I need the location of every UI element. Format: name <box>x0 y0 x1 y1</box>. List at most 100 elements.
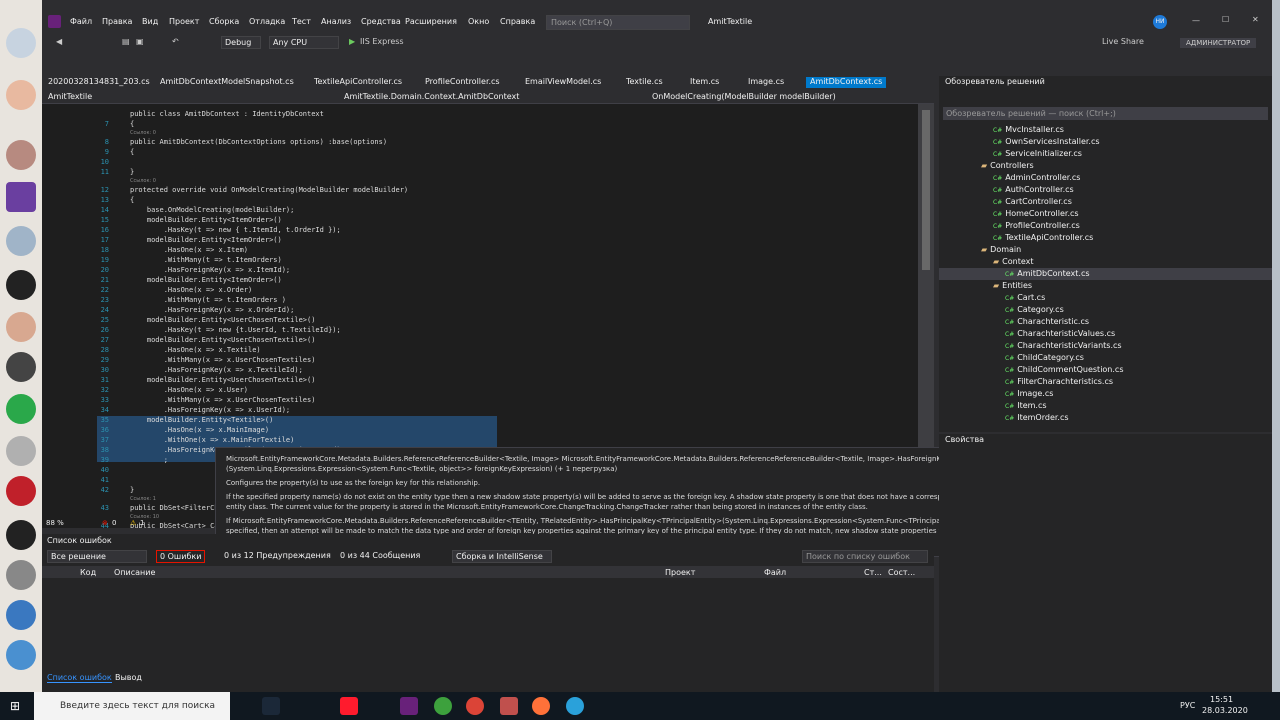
error-search-input[interactable]: Поиск по списку ошибок <box>802 550 928 563</box>
vs-taskbar-icon[interactable] <box>400 697 418 715</box>
menu-build[interactable]: Сборка <box>209 17 239 26</box>
desktop-icon[interactable] <box>6 80 36 110</box>
tab-file[interactable]: 20200328134831_203.cs <box>48 77 150 86</box>
tree-file[interactable]: C# MvcInstaller.cs <box>993 124 1064 136</box>
tree-folder[interactable]: ▰ Entities <box>993 280 1032 292</box>
tab-file[interactable]: Textile.cs <box>626 77 663 86</box>
menu-project[interactable]: Проект <box>169 17 199 26</box>
tree-file[interactable]: C# TextileApiController.cs <box>993 232 1093 244</box>
menu-window[interactable]: Окно <box>468 17 489 26</box>
scope-select[interactable]: Все решение <box>47 550 147 563</box>
tab-file[interactable]: Image.cs <box>748 77 784 86</box>
desktop-icon[interactable] <box>6 226 36 256</box>
warnings-filter-button[interactable]: 0 из 12 Предупреждения <box>224 551 331 560</box>
tree-file[interactable]: C# ChildCommentQuestion.cs <box>1005 364 1123 376</box>
user-avatar[interactable]: НИ <box>1153 15 1167 29</box>
run-button[interactable]: IIS Express <box>360 37 404 46</box>
tree-file[interactable]: C# AmitDbContext.cs <box>939 268 1272 280</box>
minimize-button[interactable]: — <box>1192 16 1200 25</box>
desktop-icon[interactable] <box>6 140 36 170</box>
tab-file[interactable]: AmitDbContextModelSnapshot.cs <box>160 77 294 86</box>
tab-file[interactable]: TextileApiController.cs <box>314 77 402 86</box>
tree-file[interactable]: C# AdminController.cs <box>993 172 1080 184</box>
tab-file[interactable]: EmailViewModel.cs <box>525 77 601 86</box>
menu-extensions[interactable]: Расширения <box>405 17 457 26</box>
utorrent-icon[interactable] <box>434 697 452 715</box>
desktop-icon[interactable] <box>6 270 36 300</box>
error-count[interactable]: 0 <box>112 519 116 527</box>
vs-desktop-icon[interactable] <box>6 182 36 212</box>
tree-file[interactable]: C# Charachteristic.cs <box>1005 316 1089 328</box>
col-state[interactable]: Сост... <box>888 568 915 577</box>
tab-output[interactable]: Вывод <box>115 673 142 682</box>
codelens-hint[interactable]: Ссылок: 1 <box>130 496 156 502</box>
platform-select[interactable]: Any CPU <box>269 36 339 49</box>
desktop-icon[interactable] <box>6 312 36 342</box>
desktop-icon[interactable] <box>6 28 36 58</box>
clock-time[interactable]: 15:51 <box>1210 695 1233 704</box>
tree-file[interactable]: C# ProfileController.cs <box>993 220 1080 232</box>
menu-help[interactable]: Справка <box>500 17 535 26</box>
tree-folder[interactable]: ▰ Domain <box>981 244 1021 256</box>
desktop-icon[interactable] <box>6 352 36 382</box>
tree-file[interactable]: C# Category.cs <box>1005 304 1064 316</box>
warning-count[interactable]: 1 <box>140 519 144 527</box>
tree-file[interactable]: C# Item.cs <box>1005 400 1047 412</box>
tree-file[interactable]: C# ChildCategory.cs <box>1005 352 1084 364</box>
desktop-icon[interactable] <box>6 476 36 506</box>
desktop-icon[interactable] <box>6 560 36 590</box>
tree-file[interactable]: C# Image.cs <box>1005 388 1053 400</box>
telegram-icon[interactable] <box>566 697 584 715</box>
col-line[interactable]: Ст... <box>864 568 882 577</box>
col-code[interactable]: Код <box>80 568 96 577</box>
menu-view[interactable]: Вид <box>142 17 158 26</box>
clock-date[interactable]: 28.03.2020 <box>1202 706 1248 715</box>
menu-tools[interactable]: Средства <box>361 17 401 26</box>
codelens-hint[interactable]: Ссылок: 0 <box>130 178 156 184</box>
desktop-icon[interactable] <box>6 394 36 424</box>
tab-error-list[interactable]: Список ошибок <box>47 673 112 683</box>
tree-folder[interactable]: ▰ Context <box>993 256 1034 268</box>
tab-active[interactable]: AmitDbContext.cs <box>806 77 887 88</box>
quick-search-input[interactable]: Поиск (Ctrl+Q) <box>546 15 690 30</box>
tree-file[interactable]: C# CharachteristicVariants.cs <box>1005 340 1122 352</box>
menu-debug[interactable]: Отладка <box>249 17 285 26</box>
tree-file[interactable]: C# Cart.cs <box>1005 292 1045 304</box>
nav-member[interactable]: OnModelCreating(ModelBuilder modelBuilde… <box>652 92 836 101</box>
tab-file[interactable]: Item.cs <box>690 77 719 86</box>
col-description[interactable]: Описание <box>114 568 155 577</box>
tree-file[interactable]: C# HomeController.cs <box>993 208 1079 220</box>
tree-file[interactable]: C# AuthController.cs <box>993 184 1074 196</box>
desktop-icon[interactable] <box>6 520 36 550</box>
back-icon[interactable]: ◀ <box>56 37 62 46</box>
desktop-icon[interactable] <box>6 436 36 466</box>
messages-filter-button[interactable]: 0 из 44 Сообщения <box>340 551 420 560</box>
desktop-icon[interactable] <box>6 600 36 630</box>
open-icon[interactable]: ▤ <box>122 37 130 46</box>
tree-file[interactable]: C# CartController.cs <box>993 196 1072 208</box>
chrome-icon[interactable] <box>466 697 484 715</box>
firefox-icon[interactable] <box>532 697 550 715</box>
nav-class[interactable]: AmitTextile.Domain.Context.AmitDbContext <box>344 92 519 101</box>
tree-file[interactable]: C# CharachteristicValues.cs <box>1005 328 1115 340</box>
close-button[interactable]: ✕ <box>1252 15 1259 24</box>
col-project[interactable]: Проект <box>665 568 695 577</box>
steam-icon[interactable] <box>262 697 280 715</box>
tree-file[interactable]: C# ServiceInitializer.cs <box>993 148 1082 160</box>
save-icon[interactable]: ▣ <box>136 37 144 46</box>
opera-icon[interactable] <box>340 697 358 715</box>
codelens-hint[interactable]: Ссылок: 0 <box>130 130 156 136</box>
tree-file[interactable]: C# OwnServicesInstaller.cs <box>993 136 1100 148</box>
menu-analyze[interactable]: Анализ <box>321 17 351 26</box>
config-select[interactable]: Debug <box>221 36 261 49</box>
menu-file[interactable]: Файл <box>70 17 92 26</box>
solution-search-input[interactable]: Обозреватель решений — поиск (Ctrl+;) <box>943 107 1268 120</box>
nav-project[interactable]: AmitTextile <box>48 92 92 101</box>
language-indicator[interactable]: РУС <box>1180 701 1195 710</box>
tree-folder[interactable]: ▰ Controllers <box>981 160 1034 172</box>
live-share-button[interactable]: Live Share <box>1102 37 1144 46</box>
zoom-level[interactable]: 88 % <box>46 519 64 527</box>
app-icon[interactable] <box>500 697 518 715</box>
errors-filter-button[interactable]: 0 Ошибки <box>156 550 206 563</box>
tree-file[interactable]: C# FilterCharachteristics.cs <box>1005 376 1113 388</box>
